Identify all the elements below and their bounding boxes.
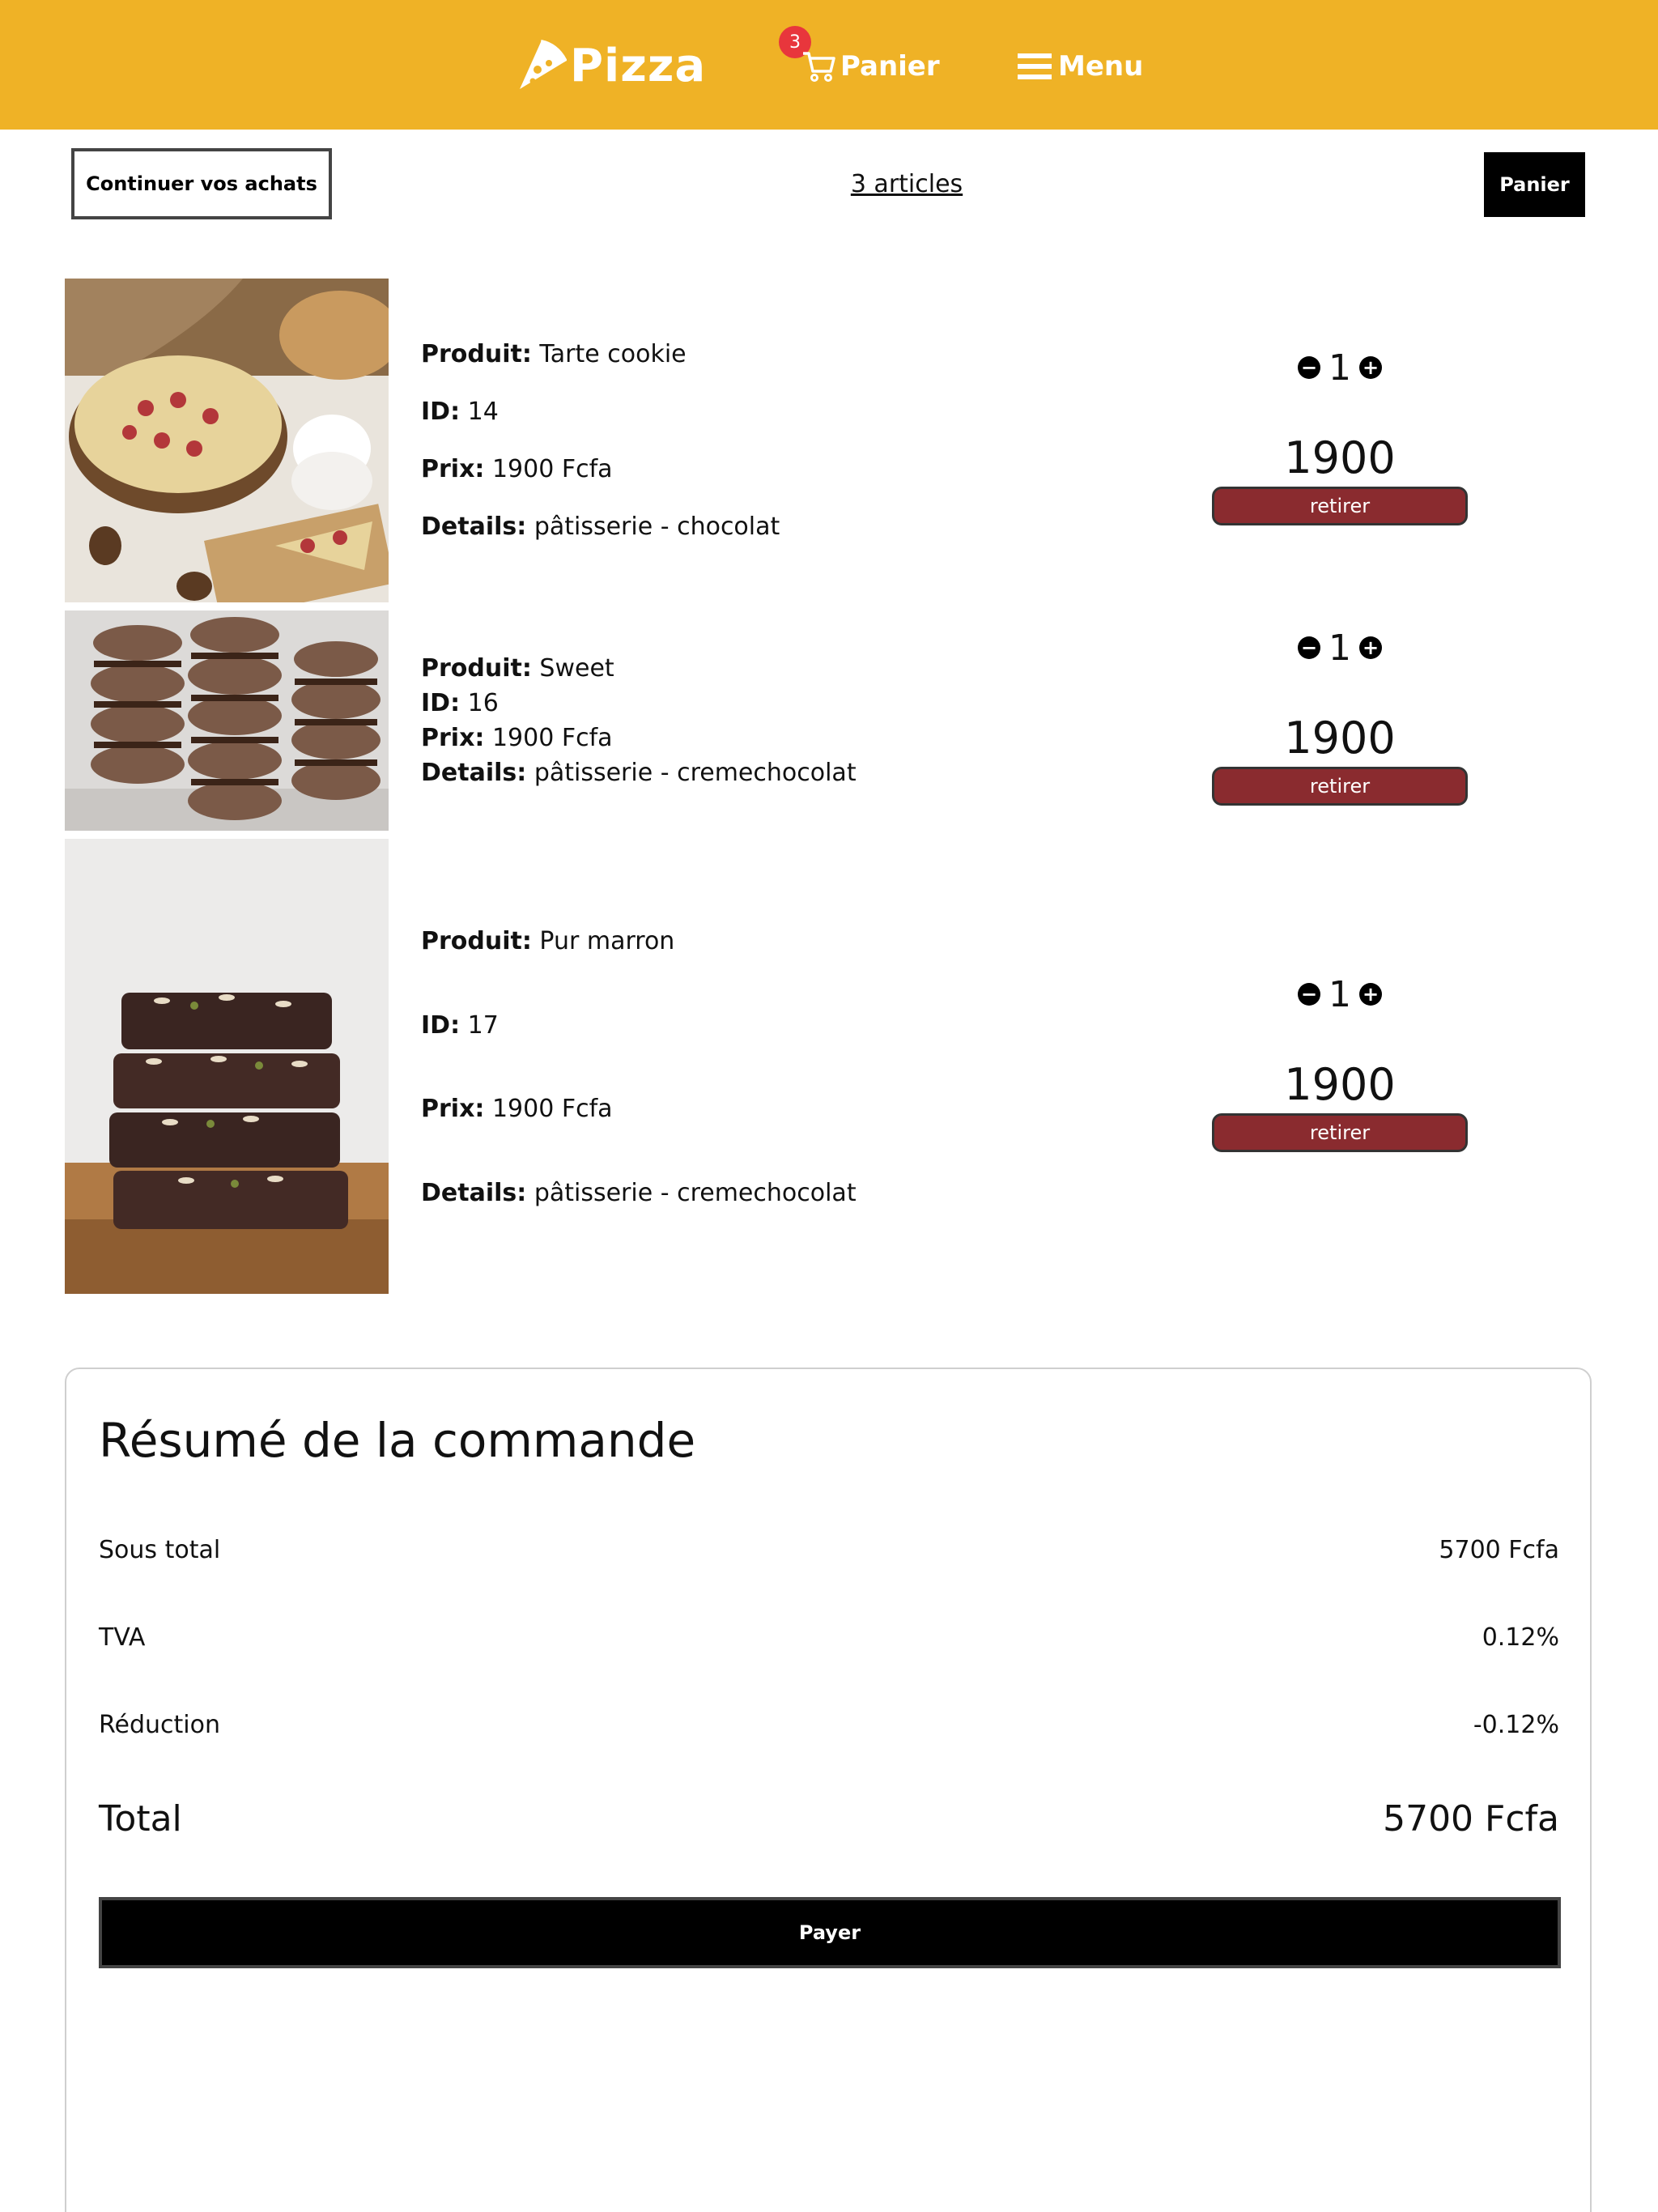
decrease-quantity-button[interactable]: −: [1298, 983, 1320, 1006]
discount-row: Réduction -0.12%: [99, 1711, 1559, 1739]
subtotal-label: Sous total: [99, 1536, 221, 1564]
cart-icon: [803, 52, 835, 82]
product-details-line: Details: pâtisserie - cremechocolat: [421, 759, 857, 787]
product-id-line: ID: 16: [421, 689, 499, 717]
increase-quantity-button[interactable]: +: [1359, 356, 1382, 379]
nav-cart-label: Panier: [840, 50, 940, 83]
discount-label: Réduction: [99, 1711, 220, 1739]
order-summary-title: Résumé de la commande: [99, 1413, 696, 1468]
subtotal-value: 5700 Fcfa: [1439, 1536, 1559, 1564]
product-details: pâtisserie - cremechocolat: [534, 1179, 857, 1208]
quantity-value: 1: [1329, 627, 1351, 669]
product-image-sweet: [65, 610, 389, 831]
product-price: 1900 Fcfa: [491, 455, 613, 483]
top-navbar: Pizza 3 Panier Menu: [0, 0, 1658, 130]
product-image-tarte-cookie: [65, 279, 389, 602]
product-name-line: Produit: Pur marron: [421, 926, 675, 955]
quantity-value: 1: [1329, 347, 1351, 389]
brand-logo[interactable]: Pizza: [517, 29, 706, 102]
increase-quantity-button[interactable]: +: [1359, 636, 1382, 659]
product-info: Produit: Sweet ID: 16 Prix: 1900 Fcfa De…: [421, 648, 1150, 793]
product-price-line: Prix: 1900 Fcfa: [421, 1095, 613, 1124]
continue-shopping-button[interactable]: Continuer vos achats: [71, 148, 332, 219]
product-name: Sweet: [539, 654, 614, 683]
articles-count-link[interactable]: 3 articles: [810, 170, 1004, 198]
product-id: 17: [467, 1010, 499, 1040]
decrease-quantity-button[interactable]: −: [1298, 636, 1320, 659]
product-price-line: Prix: 1900 Fcfa: [421, 724, 613, 752]
subtotal-row: Sous total 5700 Fcfa: [99, 1536, 1559, 1564]
quantity-value: 1: [1329, 973, 1351, 1015]
tva-value: 0.12%: [1482, 1623, 1559, 1652]
brand-name: Pizza: [570, 39, 707, 92]
product-actions: − 1 + 1900 retirer: [1210, 347, 1469, 525]
decrease-quantity-button[interactable]: −: [1298, 356, 1320, 379]
remove-item-button[interactable]: retirer: [1212, 1113, 1468, 1152]
cart-item: Produit: Pur marron ID: 17 Prix: 1900 Fc…: [65, 839, 1595, 1294]
product-details-line: Details: pâtisserie - cremechocolat: [421, 1179, 857, 1208]
line-total: 1900: [1284, 432, 1396, 483]
product-price: 1900 Fcfa: [491, 1095, 613, 1124]
tva-label: TVA: [99, 1623, 146, 1652]
discount-value: -0.12%: [1473, 1711, 1559, 1739]
product-details: pâtisserie - cremechocolat: [534, 759, 857, 787]
product-actions: − 1 + 1900 retirer: [1210, 973, 1469, 1152]
product-name-line: Produit: Tarte cookie: [421, 340, 687, 368]
product-details-line: Details: pâtisserie - chocolat: [421, 513, 780, 541]
quantity-stepper: − 1 +: [1298, 347, 1382, 389]
product-name: Pur marron: [539, 926, 675, 955]
nav-cart-link[interactable]: Panier: [801, 42, 940, 91]
product-price-line: Prix: 1900 Fcfa: [421, 455, 613, 483]
product-name: Tarte cookie: [539, 340, 687, 368]
product-id: 14: [467, 398, 499, 426]
pizza-slice-icon: [520, 40, 567, 89]
cart-item: Produit: Tarte cookie ID: 14 Prix: 1900 …: [65, 279, 1595, 602]
line-total: 1900: [1284, 713, 1396, 764]
product-actions: − 1 + 1900 retirer: [1210, 627, 1469, 806]
product-id-line: ID: 14: [421, 398, 499, 426]
cart-button[interactable]: Panier: [1484, 152, 1585, 217]
product-info: Produit: Pur marron ID: 17 Prix: 1900 Fc…: [421, 871, 1150, 1263]
tva-row: TVA 0.12%: [99, 1623, 1559, 1652]
product-name-line: Produit: Sweet: [421, 654, 614, 683]
product-info: Produit: Tarte cookie ID: 14 Prix: 1900 …: [421, 311, 1150, 570]
product-details: pâtisserie - chocolat: [534, 513, 780, 541]
increase-quantity-button[interactable]: +: [1359, 983, 1382, 1006]
quantity-stepper: − 1 +: [1298, 627, 1382, 669]
total-value: 5700 Fcfa: [1383, 1798, 1559, 1840]
remove-item-button[interactable]: retirer: [1212, 767, 1468, 806]
total-row: Total 5700 Fcfa: [99, 1798, 1559, 1840]
line-total: 1900: [1284, 1059, 1396, 1110]
product-id: 16: [467, 689, 499, 717]
cart-item: Produit: Sweet ID: 16 Prix: 1900 Fcfa De…: [65, 610, 1595, 831]
remove-item-button[interactable]: retirer: [1212, 487, 1468, 525]
total-label: Total: [99, 1798, 182, 1840]
quantity-stepper: − 1 +: [1298, 973, 1382, 1015]
product-image-pur-marron: [65, 839, 389, 1294]
product-price: 1900 Fcfa: [491, 724, 613, 752]
product-id-line: ID: 17: [421, 1010, 499, 1040]
hamburger-menu-icon: [1018, 53, 1052, 79]
pay-button[interactable]: Payer: [99, 1897, 1561, 1968]
order-summary-card: Résumé de la commande Sous total 5700 Fc…: [65, 1368, 1592, 2212]
nav-menu-label: Menu: [1058, 50, 1144, 83]
nav-menu-link[interactable]: Menu: [1016, 42, 1143, 91]
